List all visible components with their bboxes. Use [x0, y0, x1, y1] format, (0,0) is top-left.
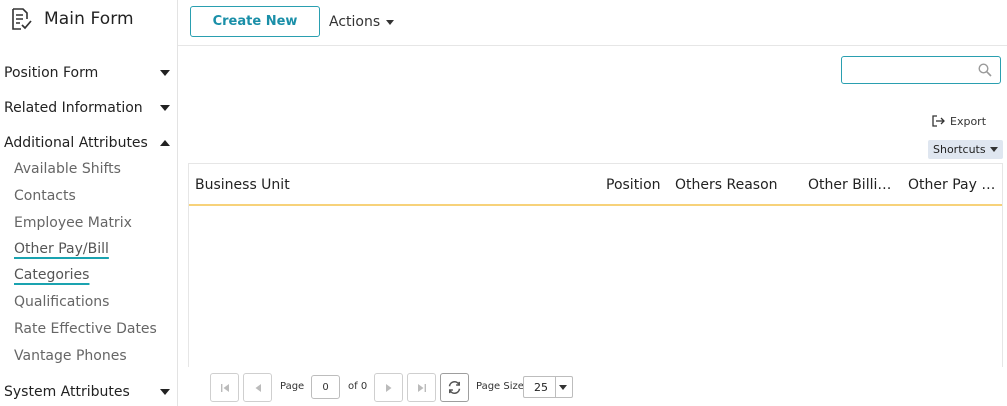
sidebar-section-related-information[interactable]: Related Information — [4, 100, 172, 116]
export-button[interactable]: Export — [931, 114, 986, 128]
column-header-position[interactable]: Position — [606, 177, 666, 193]
search-input[interactable] — [848, 58, 973, 82]
sidebar-section-label: Related Information — [4, 100, 143, 116]
brand: Main Form — [9, 7, 134, 31]
column-header-business-unit[interactable]: Business Unit — [195, 177, 575, 193]
caret-down-icon — [160, 70, 170, 76]
refresh-icon — [448, 381, 461, 394]
sidebar-item-contacts[interactable]: Contacts — [14, 188, 76, 204]
caret-down-icon — [559, 385, 567, 390]
sidebar-section-label: System Attributes — [4, 384, 130, 400]
page-size-select[interactable]: 25 — [523, 376, 573, 398]
column-header-other-billing[interactable]: Other Billin... — [808, 177, 898, 193]
divider — [555, 377, 556, 397]
previous-page-icon — [255, 383, 261, 392]
data-grid: Business Unit Position Others Reason Oth… — [188, 163, 1003, 367]
caret-up-icon — [160, 140, 170, 146]
page-number-input[interactable]: 0 — [311, 375, 340, 399]
sidebar-section-additional-attributes[interactable]: Additional Attributes — [4, 135, 172, 151]
page-count-label: of 0 — [348, 381, 368, 392]
caret-down-icon — [990, 147, 998, 152]
export-icon — [932, 115, 945, 127]
sidebar-item-employee-matrix[interactable]: Employee Matrix — [14, 215, 132, 231]
sidebar-section-position-form[interactable]: Position Form — [4, 65, 172, 81]
create-new-button[interactable]: Create New — [190, 6, 320, 37]
sidebar-section-system-attributes[interactable]: System Attributes — [4, 384, 172, 400]
sidebar-item-vantage-phones[interactable]: Vantage Phones — [14, 348, 127, 364]
sidebar-item-categories[interactable]: Categories — [14, 267, 89, 283]
shortcuts-dropdown[interactable]: Shortcuts — [928, 140, 1003, 159]
toolbar: Create New Actions — [178, 0, 1007, 46]
actions-menu[interactable]: Actions — [329, 14, 395, 30]
page-size-label: Page Size — [476, 381, 524, 392]
grid-header: Business Unit Position Others Reason Oth… — [189, 164, 1002, 206]
sidebar: Main Form Position Form Related Informat… — [0, 0, 178, 406]
shortcuts-label: Shortcuts — [933, 143, 986, 156]
next-page-button[interactable] — [374, 373, 403, 402]
refresh-button[interactable] — [440, 373, 469, 402]
sidebar-item-available-shifts[interactable]: Available Shifts — [14, 161, 121, 177]
last-page-icon — [417, 383, 426, 392]
page-label: Page — [280, 381, 305, 392]
caret-down-icon — [160, 105, 170, 111]
first-page-button[interactable] — [210, 373, 239, 402]
first-page-icon — [220, 383, 229, 392]
previous-page-button[interactable] — [243, 373, 272, 402]
page-size-value: 25 — [534, 380, 548, 394]
column-header-others-reason[interactable]: Others Reason — [675, 177, 785, 193]
column-header-other-pay-rate[interactable]: Other Pay R... — [908, 177, 1000, 193]
sidebar-item-other-pay-bill[interactable]: Other Pay/Bill — [14, 241, 109, 257]
search-icon[interactable] — [978, 63, 992, 77]
sidebar-item-rate-effective-dates[interactable]: Rate Effective Dates — [14, 321, 157, 337]
caret-down-icon — [160, 389, 170, 395]
sidebar-section-label: Position Form — [4, 65, 99, 81]
search-box[interactable] — [841, 56, 1001, 84]
export-label: Export — [950, 114, 987, 128]
last-page-button[interactable] — [407, 373, 436, 402]
next-page-icon — [385, 383, 391, 392]
sidebar-item-qualifications[interactable]: Qualifications — [14, 294, 109, 310]
page-title: Main Form — [44, 9, 134, 29]
form-checklist-icon — [12, 8, 32, 30]
sidebar-section-label: Additional Attributes — [4, 135, 148, 151]
actions-label: Actions — [329, 14, 381, 30]
caret-down-icon — [386, 19, 395, 25]
pager: Page 0 of 0 Page Size 25 — [210, 373, 590, 402]
